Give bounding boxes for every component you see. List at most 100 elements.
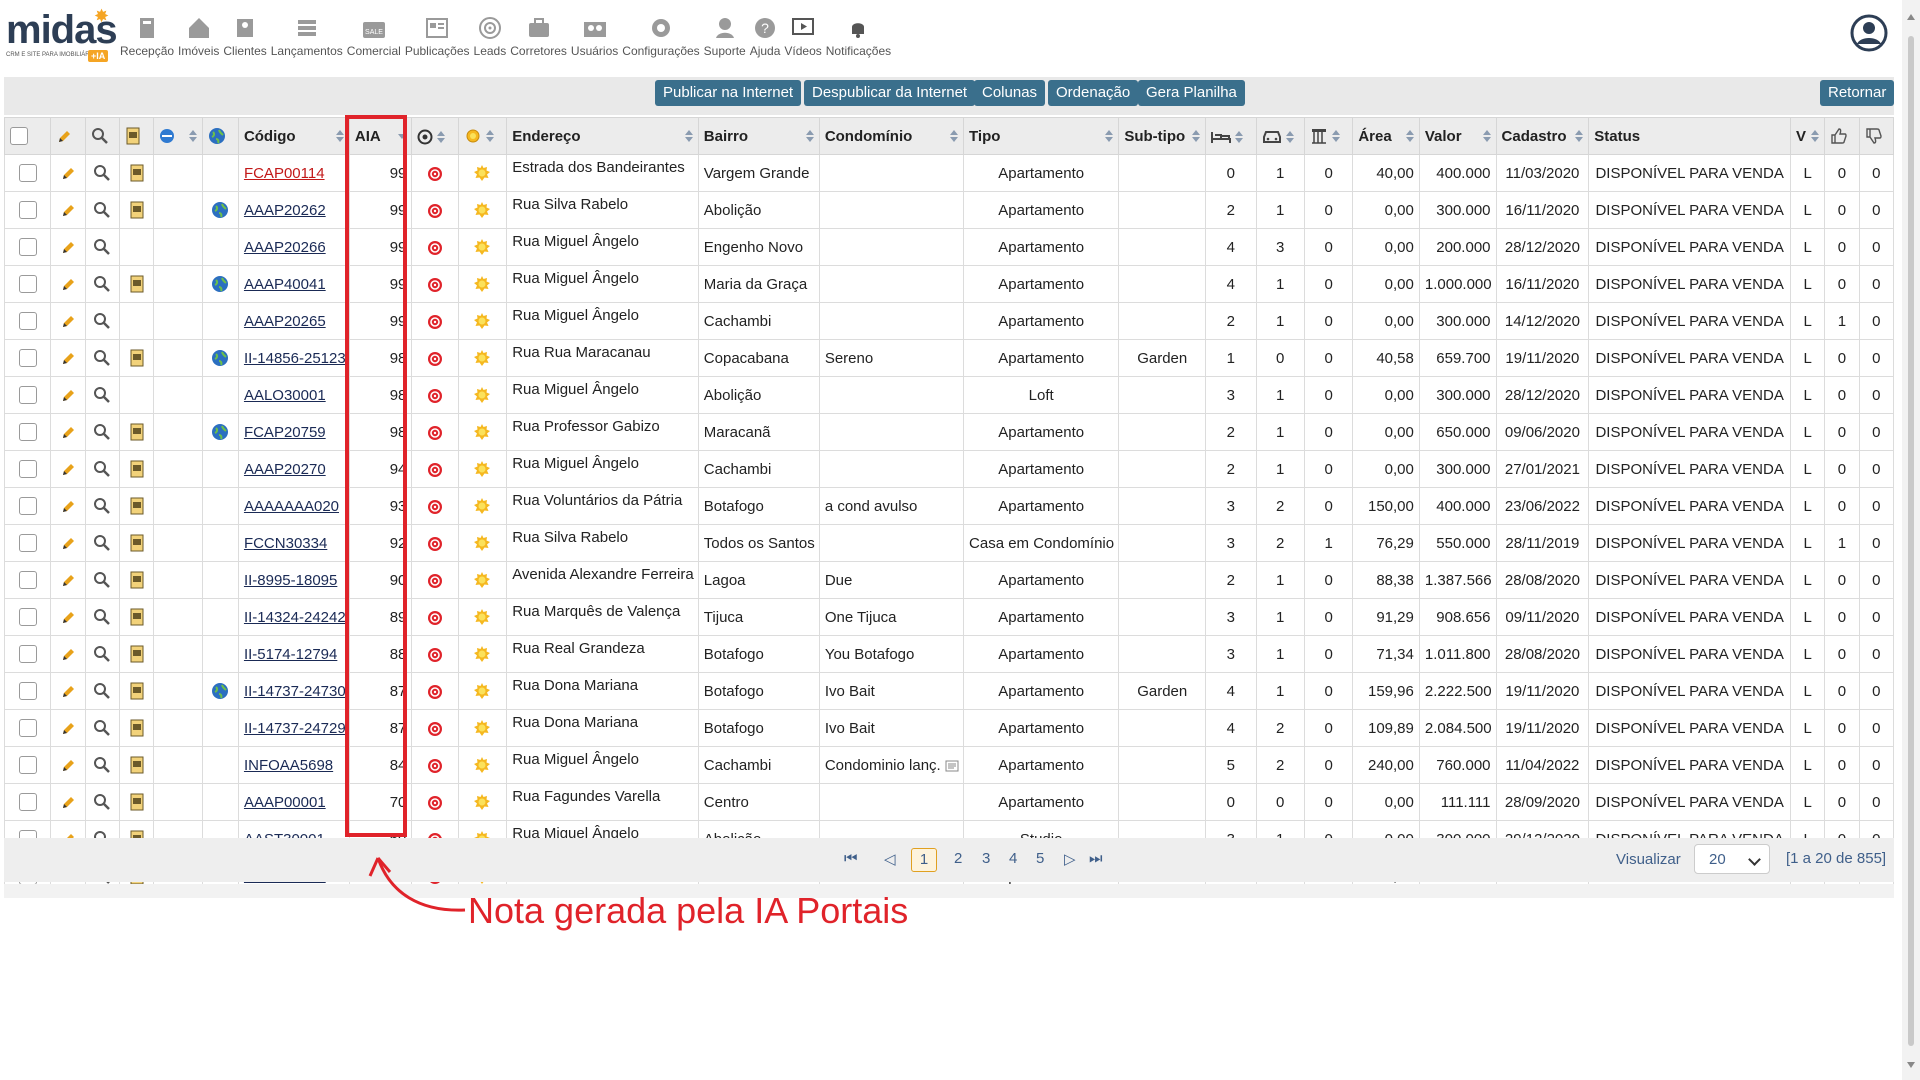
row-checkbox[interactable] xyxy=(18,497,37,516)
row-select[interactable] xyxy=(3,561,52,599)
sun-icon[interactable] xyxy=(473,386,491,404)
row-select[interactable] xyxy=(3,487,52,525)
property-code-link[interactable]: AAAP40041 xyxy=(244,276,326,293)
sort-icon[interactable] xyxy=(1575,130,1584,142)
edit-pencil-icon[interactable] xyxy=(60,277,76,293)
edit-pencil-icon[interactable] xyxy=(60,721,76,737)
codigo-cell[interactable]: AAAP20270 xyxy=(237,450,350,488)
header-area[interactable]: Área xyxy=(1352,117,1420,155)
header-select-all[interactable] xyxy=(3,117,52,155)
header-target[interactable] xyxy=(411,117,459,155)
property-code-link[interactable]: AAAP20265 xyxy=(244,313,326,330)
sort-icon[interactable] xyxy=(1235,130,1244,143)
target-red-icon[interactable] xyxy=(427,351,443,367)
sort-order-button[interactable]: Ordenação xyxy=(1048,80,1139,106)
target-red-icon[interactable] xyxy=(427,536,443,552)
header-publish-status[interactable] xyxy=(153,117,203,155)
edit-pencil-icon[interactable] xyxy=(60,240,76,256)
codigo-cell[interactable]: FCAP00114 xyxy=(237,154,350,192)
document-icon[interactable] xyxy=(129,423,145,441)
table-row[interactable]: II-14737-24729 87 Rua Dona Mariana Botafogo… xyxy=(3,709,1895,747)
target-red-icon[interactable] xyxy=(427,277,443,293)
document-icon[interactable] xyxy=(129,645,145,663)
row-select[interactable] xyxy=(3,265,52,303)
table-row[interactable]: AALO30001 98 Rua Miguel Ângelo Abolição Loft… xyxy=(3,376,1895,414)
scroll-up-arrow-icon[interactable] xyxy=(1907,14,1915,20)
row-checkbox[interactable] xyxy=(18,201,37,220)
header-endereco[interactable]: Endereço xyxy=(506,117,699,155)
sun-icon[interactable] xyxy=(473,238,491,256)
view-magnifier-icon[interactable] xyxy=(93,164,111,182)
view-magnifier-icon[interactable] xyxy=(93,275,111,293)
property-code-link[interactable]: AAAAAAA020 xyxy=(244,498,339,515)
nav-item-support[interactable]: Suporte xyxy=(702,8,748,58)
sun-icon[interactable] xyxy=(473,682,491,700)
sort-icon[interactable] xyxy=(1285,130,1294,143)
document-icon[interactable] xyxy=(129,719,145,737)
property-code-link[interactable]: FCAP20759 xyxy=(244,424,326,441)
document-icon[interactable] xyxy=(129,275,145,293)
edit-pencil-icon[interactable] xyxy=(60,351,76,367)
header-codigo[interactable]: Código xyxy=(237,117,350,155)
table-row[interactable]: AAAP20262 99 Rua Silva Rabelo Abolição Apart… xyxy=(3,191,1895,229)
select-all-checkbox[interactable] xyxy=(10,127,28,146)
table-row[interactable]: AAAP00001 70 Rua Fagundes Varella Centro Apa… xyxy=(3,783,1895,821)
view-magnifier-icon[interactable] xyxy=(93,497,111,515)
page-size-select[interactable]: 20 xyxy=(1694,844,1770,874)
globe-icon[interactable] xyxy=(211,201,229,219)
codigo-cell[interactable]: FCCN30334 xyxy=(237,524,350,562)
page-link-3[interactable]: 3 xyxy=(982,850,990,867)
table-row[interactable]: AAAP20266 99 Rua Miguel Ângelo Engenho Novo… xyxy=(3,228,1895,266)
view-magnifier-icon[interactable] xyxy=(93,349,111,367)
note-icon[interactable] xyxy=(945,760,959,772)
property-code-link[interactable]: AAAP20266 xyxy=(244,239,326,256)
nav-item-publications[interactable]: Publicações xyxy=(403,8,472,58)
nav-item-bell[interactable]: Notificações xyxy=(824,8,893,58)
globe-icon[interactable] xyxy=(211,349,229,367)
scroll-down-arrow-icon[interactable] xyxy=(1907,1062,1915,1068)
property-code-link[interactable]: FCAP00114 xyxy=(244,165,325,182)
header-tipo[interactable]: Tipo xyxy=(963,117,1120,155)
row-select[interactable] xyxy=(3,154,52,192)
target-red-icon[interactable] xyxy=(427,721,443,737)
codigo-cell[interactable]: AAAP20262 xyxy=(237,191,350,229)
property-code-link[interactable]: AAAP20262 xyxy=(244,202,326,219)
document-icon[interactable] xyxy=(129,349,145,367)
first-page-icon[interactable]: ⏮ xyxy=(844,850,858,867)
table-row[interactable]: AAAAAAA020 93 Rua Voluntários da Pátria Bot… xyxy=(3,487,1895,525)
edit-pencil-icon[interactable] xyxy=(60,314,76,330)
codigo-cell[interactable]: II-14737-24730 xyxy=(237,672,350,710)
codigo-cell[interactable]: AAAP40041 xyxy=(237,265,350,303)
view-magnifier-icon[interactable] xyxy=(93,756,111,774)
document-icon[interactable] xyxy=(129,497,145,515)
document-icon[interactable] xyxy=(129,682,145,700)
property-code-link[interactable]: II-14324-24242 xyxy=(244,609,346,626)
sort-icon[interactable] xyxy=(1811,130,1820,142)
row-checkbox[interactable] xyxy=(18,460,37,479)
nav-item-clients[interactable]: Clientes xyxy=(221,8,268,58)
property-code-link[interactable]: FCCN30334 xyxy=(244,535,327,552)
codigo-cell[interactable]: II-14324-24242 xyxy=(237,598,350,636)
nav-item-sale[interactable]: SALE Comercial xyxy=(345,8,403,58)
sort-icon[interactable] xyxy=(684,130,693,142)
last-page-icon[interactable]: ⏭ xyxy=(1089,850,1103,867)
view-magnifier-icon[interactable] xyxy=(93,608,111,626)
codigo-cell[interactable]: AAAP20265 xyxy=(237,302,350,340)
edit-pencil-icon[interactable] xyxy=(60,462,76,478)
view-magnifier-icon[interactable] xyxy=(93,423,111,441)
edit-pencil-icon[interactable] xyxy=(60,647,76,663)
sun-icon[interactable] xyxy=(473,719,491,737)
table-row[interactable]: AAAP20265 99 Rua Miguel Ângelo Cachambi Apar… xyxy=(3,302,1895,340)
target-red-icon[interactable] xyxy=(427,425,443,441)
property-code-link[interactable]: II-14737-24730 xyxy=(244,683,346,700)
view-magnifier-icon[interactable] xyxy=(93,645,111,663)
view-magnifier-icon[interactable] xyxy=(93,793,111,811)
header-sun[interactable] xyxy=(457,117,508,155)
document-icon[interactable] xyxy=(129,534,145,552)
document-icon[interactable] xyxy=(129,793,145,811)
view-magnifier-icon[interactable] xyxy=(93,460,111,478)
sun-icon[interactable] xyxy=(473,201,491,219)
sun-icon[interactable] xyxy=(473,349,491,367)
row-checkbox[interactable] xyxy=(18,571,37,590)
document-icon[interactable] xyxy=(129,460,145,478)
